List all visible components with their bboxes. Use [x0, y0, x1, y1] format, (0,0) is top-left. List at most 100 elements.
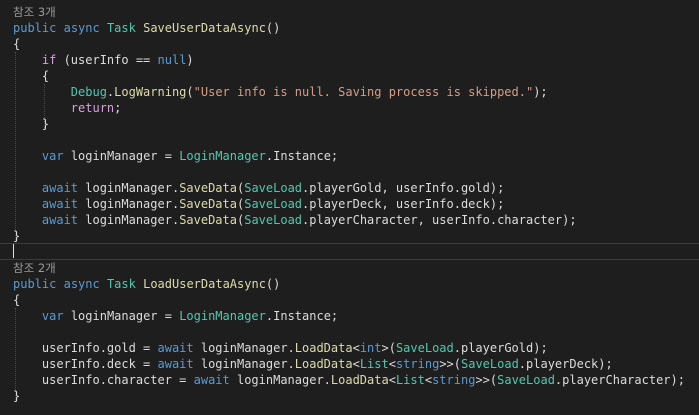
- code-token: loginManager.: [193, 341, 295, 355]
- code-token: .playerGold);: [453, 341, 548, 355]
- code-line-text: {: [13, 68, 49, 84]
- code-token: SaveLoad: [244, 197, 303, 211]
- code-token: SaveLoad: [497, 373, 555, 387]
- code-line[interactable]: [0, 132, 699, 148]
- code-token: .playerGold, userInfo.gold);: [302, 181, 505, 195]
- code-token: Task: [106, 277, 136, 291]
- code-line[interactable]: userInfo.deck = await loginManager.LoadD…: [0, 356, 699, 372]
- code-token: >(: [381, 341, 396, 355]
- code-token: loginManager.: [193, 357, 295, 371]
- code-line-text: }: [13, 388, 20, 404]
- code-line[interactable]: }: [0, 228, 699, 244]
- code-token: async: [63, 21, 100, 35]
- code-line[interactable]: public async Task SaveUserDataAsync(): [0, 20, 699, 36]
- code-token: SaveLoad: [461, 357, 519, 371]
- code-token: public: [13, 21, 57, 35]
- code-token: SaveUserDataAsync: [143, 21, 266, 35]
- code-token: "User info is null. Saving process is sk…: [193, 85, 534, 99]
- code-token: await: [41, 197, 79, 211]
- code-token: ): [186, 53, 194, 67]
- codelens-label[interactable]: 참조 3개: [13, 4, 56, 20]
- code-line[interactable]: [0, 244, 699, 260]
- code-line[interactable]: {: [0, 292, 699, 308]
- code-token: Task: [106, 21, 136, 35]
- code-line-text: await loginManager.SaveData(SaveLoad.pla…: [13, 180, 504, 196]
- code-token: async: [63, 277, 100, 291]
- code-token: <: [388, 373, 396, 387]
- code-line[interactable]: var loginManager = LoginManager.Instance…: [0, 308, 699, 324]
- code-token: List: [395, 373, 425, 387]
- code-line-text: var loginManager = LoginManager.Instance…: [13, 308, 338, 324]
- code-token: .playerDeck);: [518, 357, 613, 371]
- code-token: SaveData: [179, 181, 237, 195]
- code-token: await: [157, 341, 194, 355]
- code-token: <: [388, 357, 396, 371]
- code-token: (userInfo ==: [56, 53, 158, 67]
- code-line-text: {: [13, 292, 20, 308]
- code-token: LogWarning: [114, 85, 187, 99]
- code-line-text: var loginManager = LoginManager.Instance…: [13, 148, 338, 164]
- code-line[interactable]: if (userInfo == null): [0, 52, 699, 68]
- code-line[interactable]: Debug.LogWarning("User info is null. Sav…: [0, 84, 699, 100]
- code-token: SaveData: [179, 213, 237, 227]
- code-token: {: [13, 293, 21, 307]
- code-token: LoadUserDataAsync: [143, 277, 266, 291]
- code-token: ;: [114, 101, 122, 115]
- code-token: }: [13, 229, 21, 243]
- code-token: SaveLoad: [244, 181, 303, 195]
- code-token: SaveData: [179, 197, 237, 211]
- code-token: >>(: [439, 357, 461, 371]
- codelens-reference-count[interactable]: 참조 3개: [0, 4, 699, 20]
- code-token: await: [41, 213, 79, 227]
- code-line-text: userInfo.character = await loginManager.…: [13, 372, 685, 388]
- code-token: }: [13, 117, 50, 131]
- code-token: LoadData: [330, 373, 389, 387]
- code-token: string: [432, 373, 476, 387]
- code-token: public: [13, 277, 57, 291]
- code-token: await: [193, 373, 230, 387]
- code-line-text: public async Task SaveUserDataAsync(): [13, 20, 280, 36]
- code-line[interactable]: return;: [0, 100, 699, 116]
- code-line-text: await loginManager.SaveData(SaveLoad.pla…: [13, 212, 577, 228]
- code-token: userInfo.deck =: [13, 357, 158, 371]
- code-line-text: Debug.LogWarning("User info is null. Sav…: [13, 84, 548, 100]
- code-line[interactable]: await loginManager.SaveData(SaveLoad.pla…: [0, 196, 699, 212]
- codelens-label[interactable]: 참조 2개: [13, 260, 56, 276]
- code-token: );: [533, 85, 548, 99]
- code-line[interactable]: }: [0, 388, 699, 404]
- code-line[interactable]: userInfo.gold = await loginManager.LoadD…: [0, 340, 699, 356]
- code-line[interactable]: await loginManager.SaveData(SaveLoad.pla…: [0, 180, 699, 196]
- code-token: .playerCharacter);: [554, 373, 685, 387]
- code-line-text: }: [13, 228, 20, 244]
- code-token: var: [41, 309, 64, 323]
- code-line[interactable]: userInfo.character = await loginManager.…: [0, 372, 699, 388]
- code-token: .Instance;: [265, 149, 339, 163]
- code-token: LoginManager: [179, 149, 266, 163]
- code-line-text: {: [13, 36, 20, 52]
- code-editor[interactable]: 참조 3개 public async Task SaveUserDataAsync…: [0, 0, 699, 415]
- code-line[interactable]: [0, 324, 699, 340]
- code-line[interactable]: await loginManager.SaveData(SaveLoad.pla…: [0, 212, 699, 228]
- code-line[interactable]: {: [0, 36, 699, 52]
- code-line-text: userInfo.deck = await loginManager.LoadD…: [13, 356, 613, 372]
- code-line[interactable]: var loginManager = LoginManager.Instance…: [0, 148, 699, 164]
- code-token: loginManager.: [78, 181, 180, 195]
- code-token: await: [41, 181, 79, 195]
- code-token: return: [70, 101, 115, 115]
- codelens-reference-count[interactable]: 참조 2개: [0, 260, 699, 276]
- code-line[interactable]: }: [0, 116, 699, 132]
- code-line[interactable]: {: [0, 68, 699, 84]
- code-line[interactable]: [0, 164, 699, 180]
- code-line[interactable]: public async Task LoadUserDataAsync(): [0, 276, 699, 292]
- code-token: userInfo.character =: [13, 373, 194, 387]
